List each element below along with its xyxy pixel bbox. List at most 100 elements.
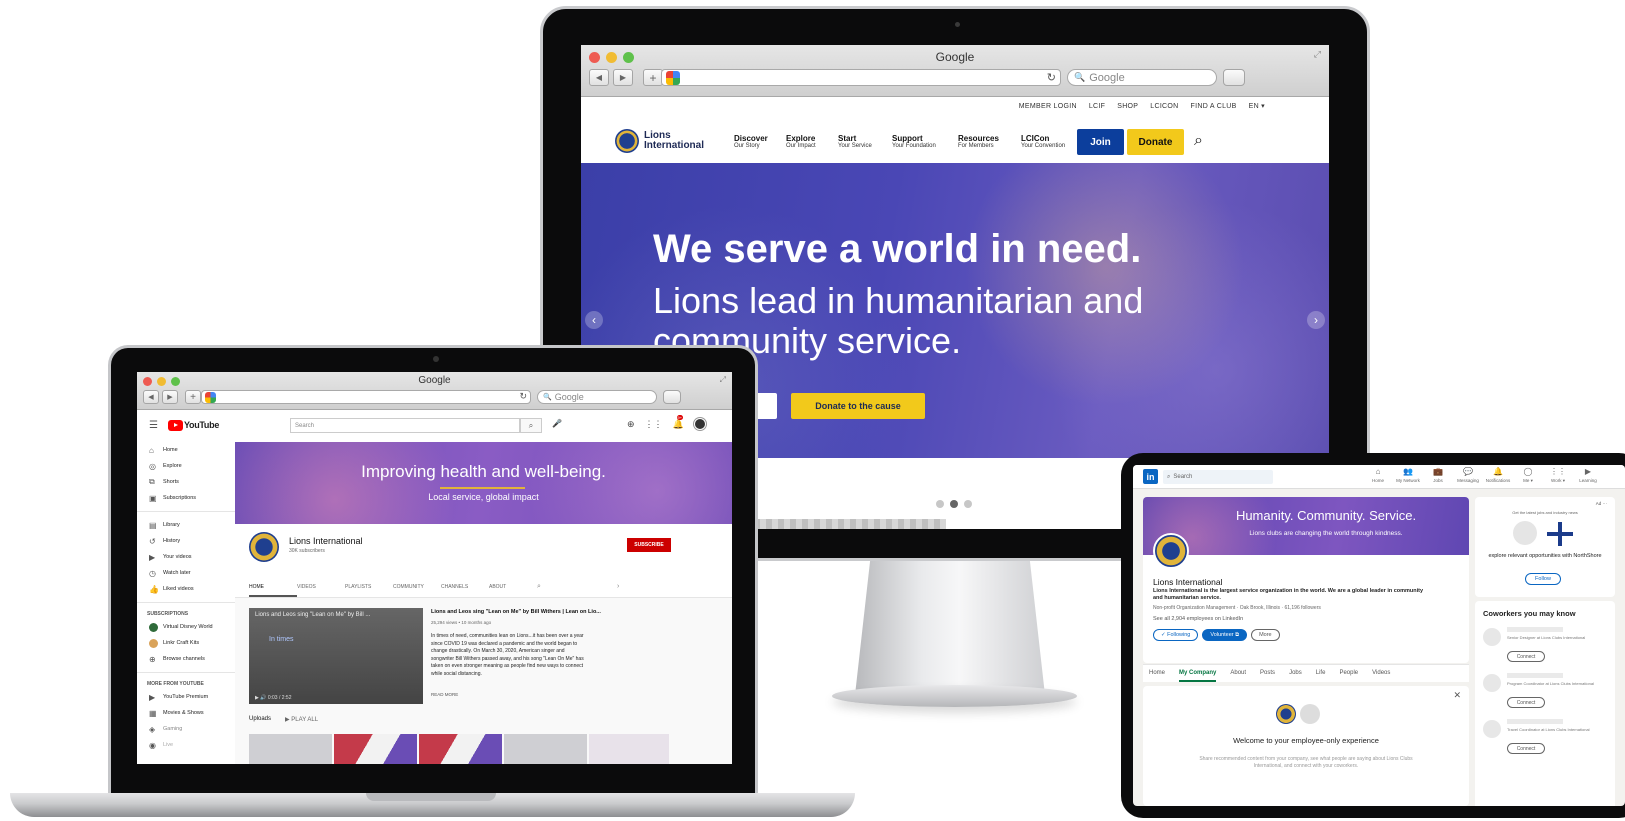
connect-button[interactable]: Connect	[1507, 697, 1545, 708]
sidebar-item-your-videos[interactable]: ▶ Your videos	[137, 549, 235, 565]
tab-jobs[interactable]: Jobs	[1289, 665, 1302, 682]
fullscreen-icon[interactable]: ⤢	[720, 375, 726, 385]
browser-search-box[interactable]: 🔍 Google	[537, 390, 657, 404]
new-tab-button[interactable]: +	[185, 390, 201, 404]
find-a-club-link[interactable]: FIND A CLUB	[1191, 103, 1237, 110]
tab-videos[interactable]: Videos	[1372, 665, 1390, 682]
download-icon[interactable]	[1223, 69, 1245, 86]
tab-channels[interactable]: CHANNELS	[441, 580, 489, 597]
forward-button[interactable]: ▶	[613, 69, 633, 86]
sidebar-item-subscriptions[interactable]: ▣ Subscriptions	[137, 490, 235, 506]
language-selector[interactable]: EN ▾	[1249, 102, 1265, 110]
tab-posts[interactable]: Posts	[1260, 665, 1275, 682]
linkedin-logo-icon[interactable]: in	[1143, 469, 1158, 484]
carousel-dot[interactable]	[936, 500, 944, 508]
fullscreen-icon[interactable]: ⤢	[1314, 49, 1321, 60]
nav-resources[interactable]: Resources For Members	[958, 134, 1021, 149]
tab-community[interactable]: COMMUNITY	[393, 580, 441, 597]
chevron-right-icon[interactable]: ›	[617, 580, 619, 597]
linkedin-search-input[interactable]: ⌕ Search	[1163, 470, 1273, 484]
search-icon[interactable]: ⌕	[520, 418, 542, 433]
nav-discover[interactable]: Discover Our Story	[734, 134, 786, 149]
lcif-link[interactable]: LCIF	[1089, 103, 1105, 110]
subscription-item[interactable]: Virtual Disney World	[137, 619, 235, 635]
nav-support[interactable]: Support Your Foundation	[892, 134, 958, 149]
read-more-link[interactable]: READ MORE	[431, 692, 458, 697]
back-button[interactable]: ◀	[589, 69, 609, 86]
ad-label[interactable]: Ad ···	[1596, 501, 1607, 506]
donate-button[interactable]: Donate	[1127, 129, 1184, 155]
sidebar-item-movies[interactable]: ▦ Movies & Shows	[137, 705, 235, 721]
reload-icon[interactable]: ↻	[519, 391, 527, 402]
tab-home[interactable]: HOME	[249, 580, 297, 597]
carousel-prev-icon[interactable]: ‹	[585, 311, 603, 329]
sidebar-item-library[interactable]: ▤ Library	[137, 517, 235, 533]
avatar[interactable]	[693, 418, 706, 430]
carousel-next-icon[interactable]: ›	[1307, 311, 1325, 329]
url-bar[interactable]: ↻	[201, 390, 531, 404]
shop-link[interactable]: SHOP	[1117, 103, 1138, 110]
youtube-logo[interactable]: YouTube	[167, 419, 219, 431]
search-icon[interactable]: ⌕	[1194, 132, 1203, 150]
microphone-icon[interactable]: 🎤	[552, 419, 562, 428]
subscription-item[interactable]: Linkr Craft Kits	[137, 635, 235, 651]
back-button[interactable]: ◀	[143, 390, 159, 404]
sidebar-item-home[interactable]: ⌂ Home	[137, 442, 235, 458]
close-icon[interactable]: ✕	[1453, 690, 1461, 701]
nav-explore[interactable]: Explore Our Impact	[786, 134, 838, 149]
search-icon[interactable]: ⌕	[537, 580, 617, 597]
connect-button[interactable]: Connect	[1507, 743, 1545, 754]
tab-home[interactable]: Home	[1149, 665, 1165, 682]
nav-start[interactable]: Start Your Service	[838, 134, 892, 149]
nav-home[interactable]: ⌂ Home	[1363, 467, 1393, 484]
tab-life[interactable]: Life	[1316, 665, 1326, 682]
video-thumbnail[interactable]	[504, 734, 587, 764]
tab-about[interactable]: ABOUT	[489, 580, 537, 597]
sidebar-item-shorts[interactable]: ⧉ Shorts	[137, 474, 235, 490]
create-video-icon[interactable]: ⊕	[627, 419, 635, 430]
browse-channels-item[interactable]: ⊕ Browse channels	[137, 651, 235, 667]
employees-link[interactable]: See all 2,904 employees on LinkedIn	[1153, 616, 1243, 622]
carousel-dot-active[interactable]	[950, 500, 958, 508]
more-button[interactable]: More	[1251, 629, 1280, 641]
subscribe-button[interactable]: SUBSCRIBE	[627, 538, 671, 552]
sidebar-item-gaming[interactable]: ◈ Gaming	[137, 721, 235, 737]
nav-notifications[interactable]: 🔔 Notifications	[1483, 467, 1513, 484]
sidebar-item-explore[interactable]: ◎ Explore	[137, 458, 235, 474]
video-thumbnail[interactable]	[249, 734, 332, 764]
new-tab-button[interactable]: +	[643, 69, 663, 86]
nav-me[interactable]: ◯ Me ▾	[1513, 467, 1543, 484]
following-button[interactable]: ✓ Following	[1153, 629, 1199, 641]
url-bar[interactable]: ↻	[661, 69, 1061, 86]
nav-my-network[interactable]: 👥 My Network	[1393, 467, 1423, 484]
youtube-search-input[interactable]: Search	[290, 418, 520, 433]
play-all-button[interactable]: ▶ PLAY ALL	[285, 716, 318, 723]
avatar[interactable]	[1483, 674, 1501, 692]
nav-learning[interactable]: ▶ Learning	[1573, 467, 1603, 484]
reload-icon[interactable]: ↻	[1047, 71, 1056, 84]
tab-playlists[interactable]: PLAYLISTS	[345, 580, 393, 597]
carousel-dot[interactable]	[964, 500, 972, 508]
volunteer-button[interactable]: Volunteer ⧉	[1202, 629, 1248, 641]
tab-about[interactable]: About	[1230, 665, 1246, 682]
nav-work[interactable]: ⋮⋮ Work ▾	[1543, 467, 1573, 484]
tab-my-company[interactable]: My Company	[1179, 665, 1217, 682]
nav-messaging[interactable]: 💬 Messaging	[1453, 467, 1483, 484]
forward-button[interactable]: ▶	[162, 390, 178, 404]
tab-people[interactable]: People	[1339, 665, 1358, 682]
site-logo-text[interactable]: Lions International	[644, 131, 714, 151]
video-thumbnail[interactable]	[419, 734, 502, 764]
member-login-link[interactable]: MEMBER LOGIN	[1019, 103, 1077, 110]
lcicon-link[interactable]: LCICON	[1150, 103, 1178, 110]
donate-to-cause-button[interactable]: Donate to the cause	[791, 393, 925, 419]
hamburger-menu-icon[interactable]: ☰	[149, 420, 158, 431]
sidebar-item-live[interactable]: ◉ Live	[137, 737, 235, 753]
video-thumbnail[interactable]	[589, 734, 669, 764]
avatar[interactable]	[1483, 720, 1501, 738]
tab-videos[interactable]: VIDEOS	[297, 580, 345, 597]
nav-jobs[interactable]: 💼 Jobs	[1423, 467, 1453, 484]
sidebar-item-premium[interactable]: ▶ YouTube Premium	[137, 689, 235, 705]
featured-video-player[interactable]: Lions and Leos sing "Lean on Me" by Bill…	[249, 608, 423, 704]
play-icon[interactable]: ▶ 🔊	[255, 695, 268, 701]
follow-button[interactable]: Follow	[1525, 573, 1561, 585]
